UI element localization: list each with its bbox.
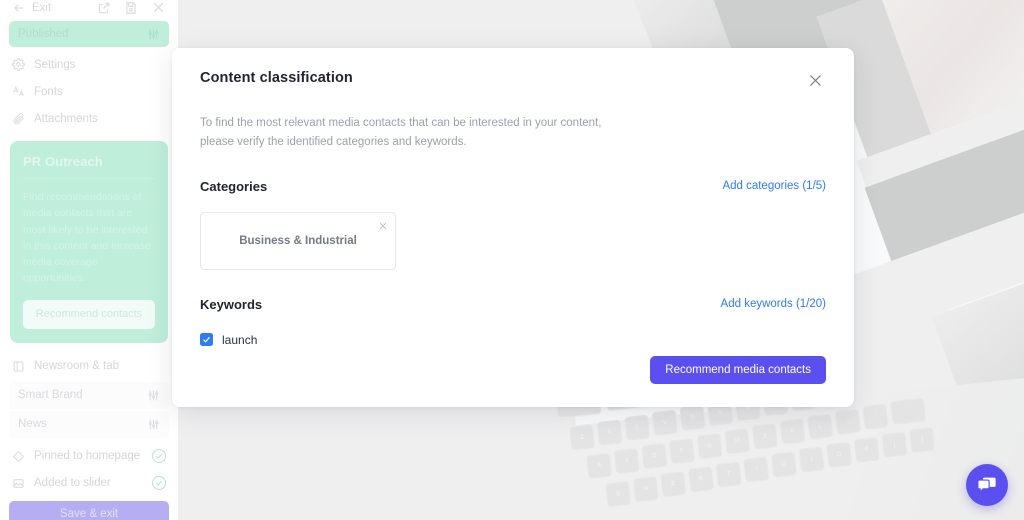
gear-icon: [12, 58, 25, 71]
recommend-media-contacts-button[interactable]: Recommend media contacts: [650, 356, 826, 384]
sliders-icon: [148, 419, 159, 429]
field-news[interactable]: News: [9, 410, 169, 438]
image-icon: [13, 478, 24, 488]
status-badge-published[interactable]: Published: [9, 21, 169, 47]
sidebar-item-label: Settings: [34, 58, 76, 71]
content-classification-dialog: Content classification To find the most …: [172, 48, 854, 407]
field-label: News: [18, 418, 47, 431]
close-icon[interactable]: [151, 0, 166, 15]
toggle-label: Pinned to homepage: [34, 450, 141, 463]
category-chip-label: Business & Industrial: [239, 234, 357, 247]
sidebar-item-label: Attachments: [34, 112, 98, 125]
sidebar-item-fonts[interactable]: Fonts: [9, 78, 169, 105]
sliders-icon: [148, 390, 159, 400]
exit-button[interactable]: Exit: [12, 1, 51, 15]
check-icon: [203, 337, 210, 344]
sidebar-item-attachments[interactable]: Attachments: [9, 105, 169, 132]
field-label: Smart Brand: [18, 389, 83, 402]
add-categories-link[interactable]: Add categories (1/5): [722, 180, 826, 192]
toggle-added-to-slider[interactable]: Added to slider: [9, 470, 169, 497]
save-and-exit-button[interactable]: Save & exit: [9, 500, 169, 520]
sidebar-item-label: Fonts: [34, 85, 63, 98]
category-remove-button[interactable]: [378, 218, 388, 236]
sidebar-scroll: Published Settings Fonts Attachments PR …: [0, 15, 178, 497]
keywords-title: Keywords: [200, 296, 263, 312]
add-keywords-link[interactable]: Add keywords (1/20): [721, 298, 826, 310]
keywords-header: Keywords Add keywords (1/20): [200, 297, 826, 312]
close-icon: [379, 222, 387, 230]
dialog-footer: Recommend media contacts: [650, 356, 826, 384]
app-root: Z X C V B N M , . / A S D F G H J K L ;: [0, 0, 1024, 520]
status-badge-label: Published: [18, 28, 69, 40]
field-smart-brand[interactable]: Smart Brand: [9, 381, 169, 409]
keyword-label: launch: [222, 332, 258, 347]
pr-outreach-title: PR Outreach: [23, 154, 103, 169]
categories-title: Categories: [200, 178, 268, 194]
close-icon: [810, 75, 821, 86]
sidebar-item-settings[interactable]: Settings: [9, 51, 169, 78]
dialog-description: To find the most relevant media contacts…: [200, 117, 602, 148]
pin-icon: [12, 450, 25, 462]
fonts-icon: [13, 85, 24, 97]
recommend-contacts-button[interactable]: Recommend contacts: [23, 299, 155, 329]
sidebar-item-label: Newsroom & tab: [34, 360, 120, 373]
check-circle-icon: [152, 449, 166, 464]
sidebar-footer: Save & exit: [0, 497, 178, 520]
categories-header: Categories Add categories (1/5): [200, 179, 826, 194]
keyword-item[interactable]: launch: [200, 333, 826, 347]
category-chip[interactable]: Business & Industrial: [200, 211, 396, 270]
dialog-close-button[interactable]: [805, 70, 826, 96]
newsroom-icon: [13, 360, 24, 372]
pr-outreach-card: PR Outreach Find recommendations of medi…: [10, 141, 168, 343]
check-circle-icon: [152, 476, 166, 491]
toggle-pinned-to-homepage[interactable]: Pinned to homepage: [9, 443, 169, 470]
sidebar-item-newsroom[interactable]: Newsroom & tab: [9, 353, 169, 380]
chat-bubbles-icon: [977, 477, 996, 493]
sidebar: Exit Published Settings Fonts Attachment…: [0, 0, 178, 520]
keyword-checkbox[interactable]: [200, 333, 213, 347]
sliders-icon: [148, 29, 159, 39]
back-arrow-icon: [14, 3, 24, 12]
dialog-header: Content classification: [200, 70, 826, 96]
chat-widget-button[interactable]: [966, 464, 1008, 506]
dialog-title: Content classification: [200, 70, 353, 86]
toggle-label: Added to slider: [34, 477, 111, 490]
pr-outreach-text: Find recommendations of media contacts t…: [23, 191, 151, 285]
sidebar-toolbar: Exit: [0, 0, 178, 15]
paperclip-icon: [13, 113, 24, 125]
exit-label: Exit: [32, 1, 52, 14]
external-link-icon[interactable]: [97, 1, 111, 15]
save-icon[interactable]: [124, 1, 138, 15]
divider: [23, 178, 155, 179]
